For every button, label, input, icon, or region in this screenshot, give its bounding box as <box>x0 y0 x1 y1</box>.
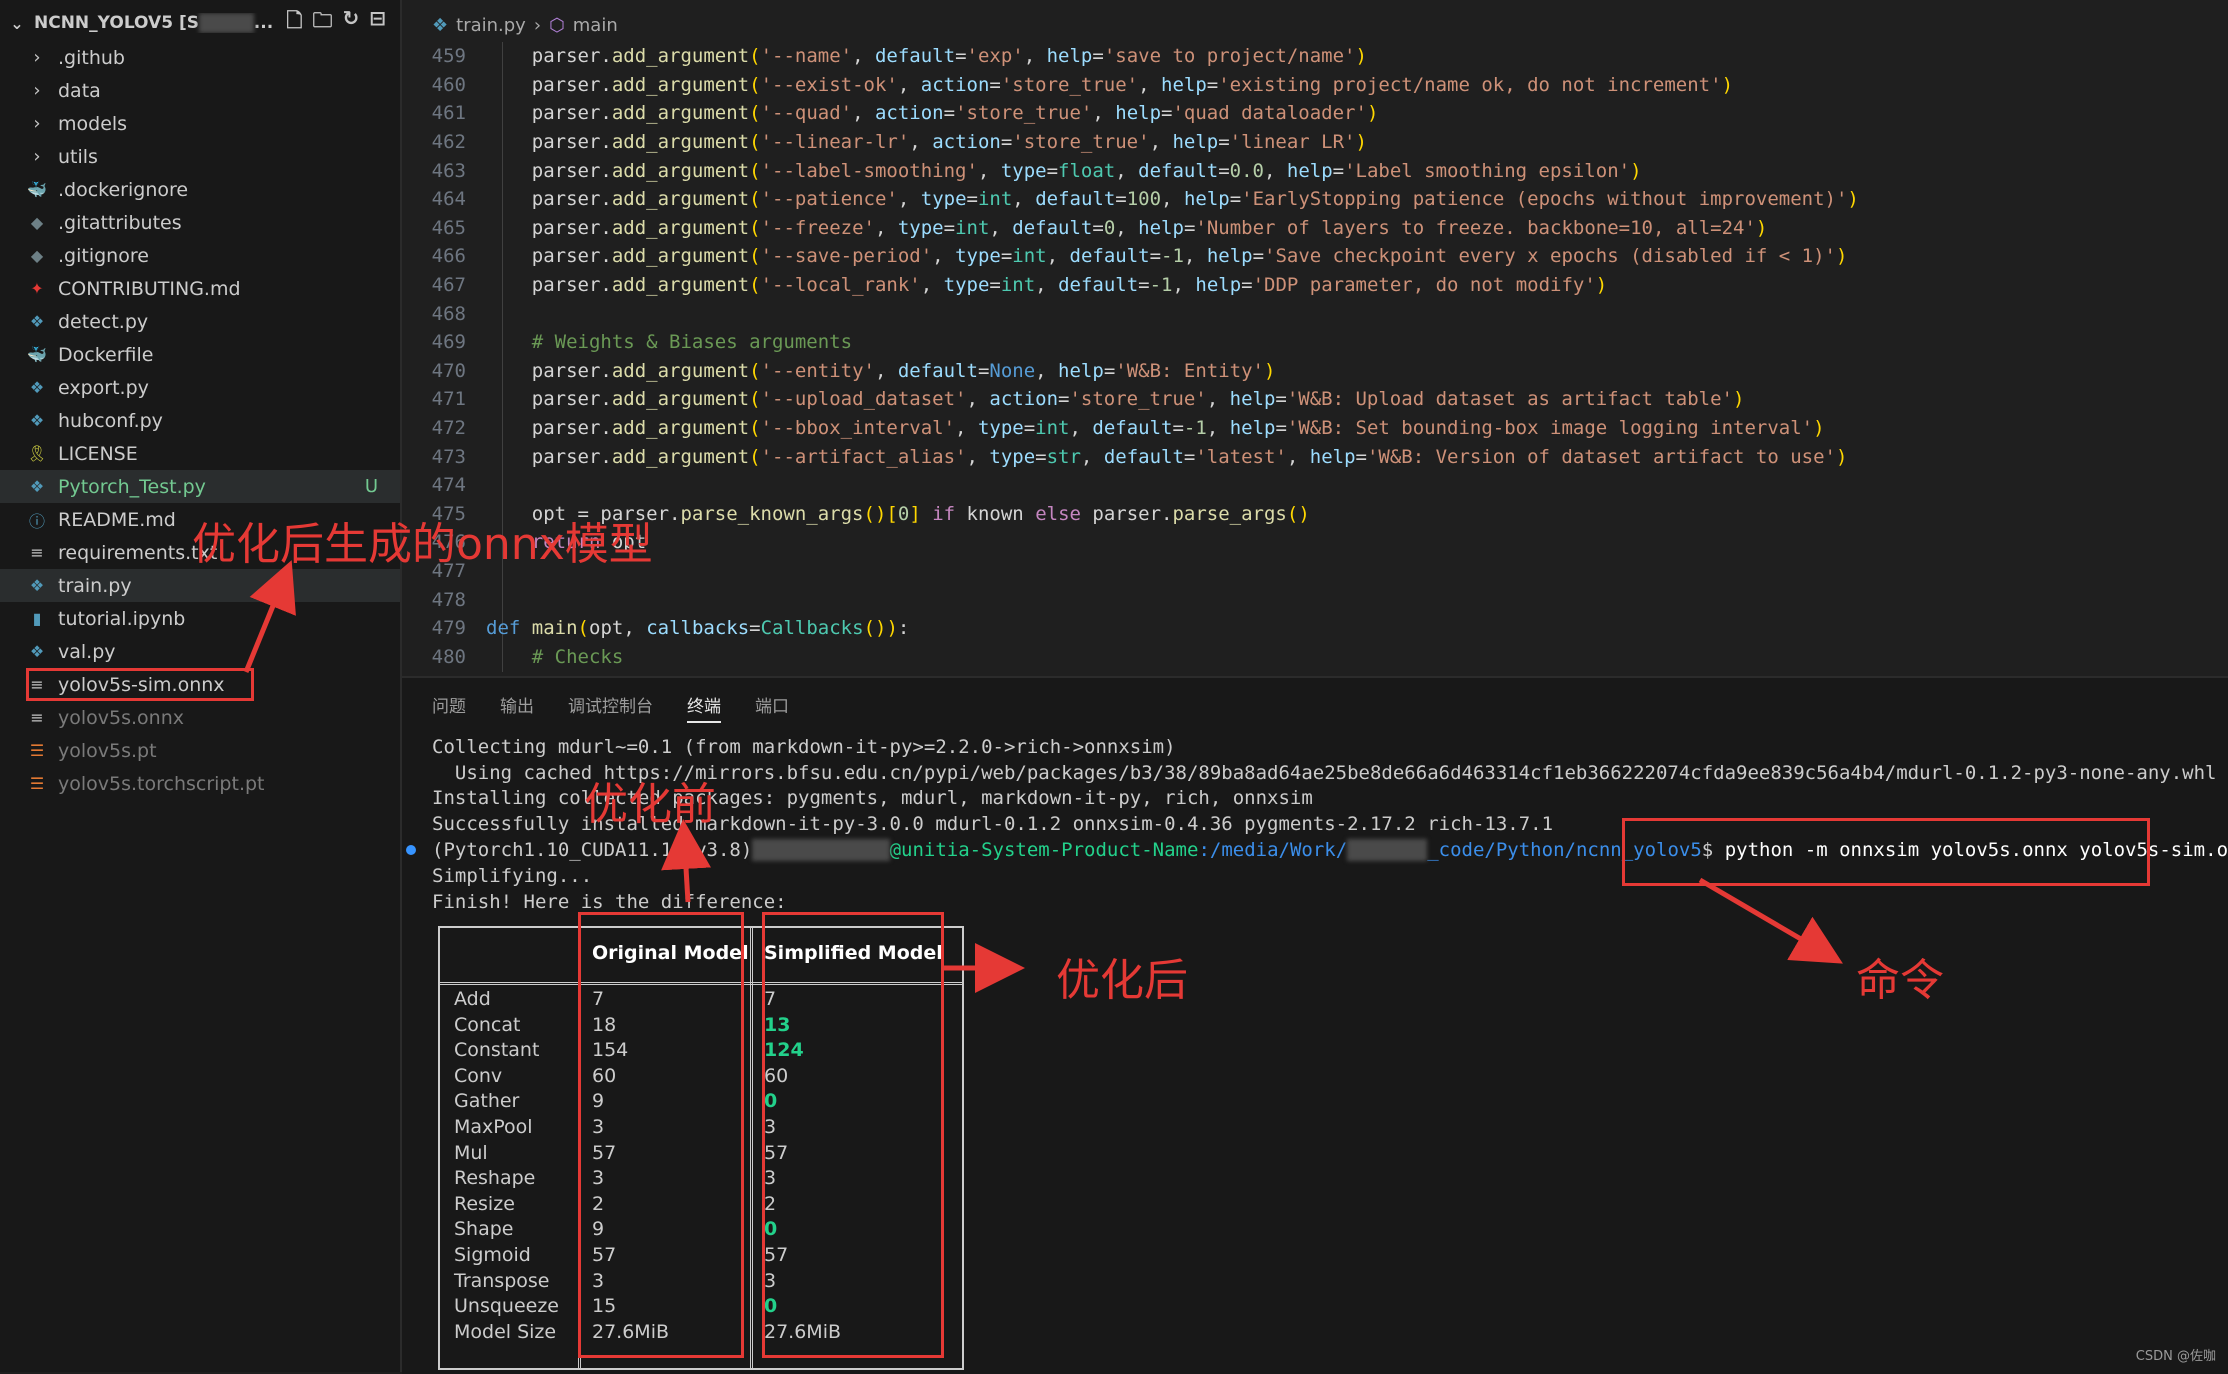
arrow-command <box>1698 877 1843 964</box>
arrow-before <box>661 819 712 903</box>
arrow-to-onnx-file <box>243 560 296 673</box>
annotation-arrows <box>243 560 1843 993</box>
watermark: CSDN @佐咖 <box>2135 1349 2216 1364</box>
